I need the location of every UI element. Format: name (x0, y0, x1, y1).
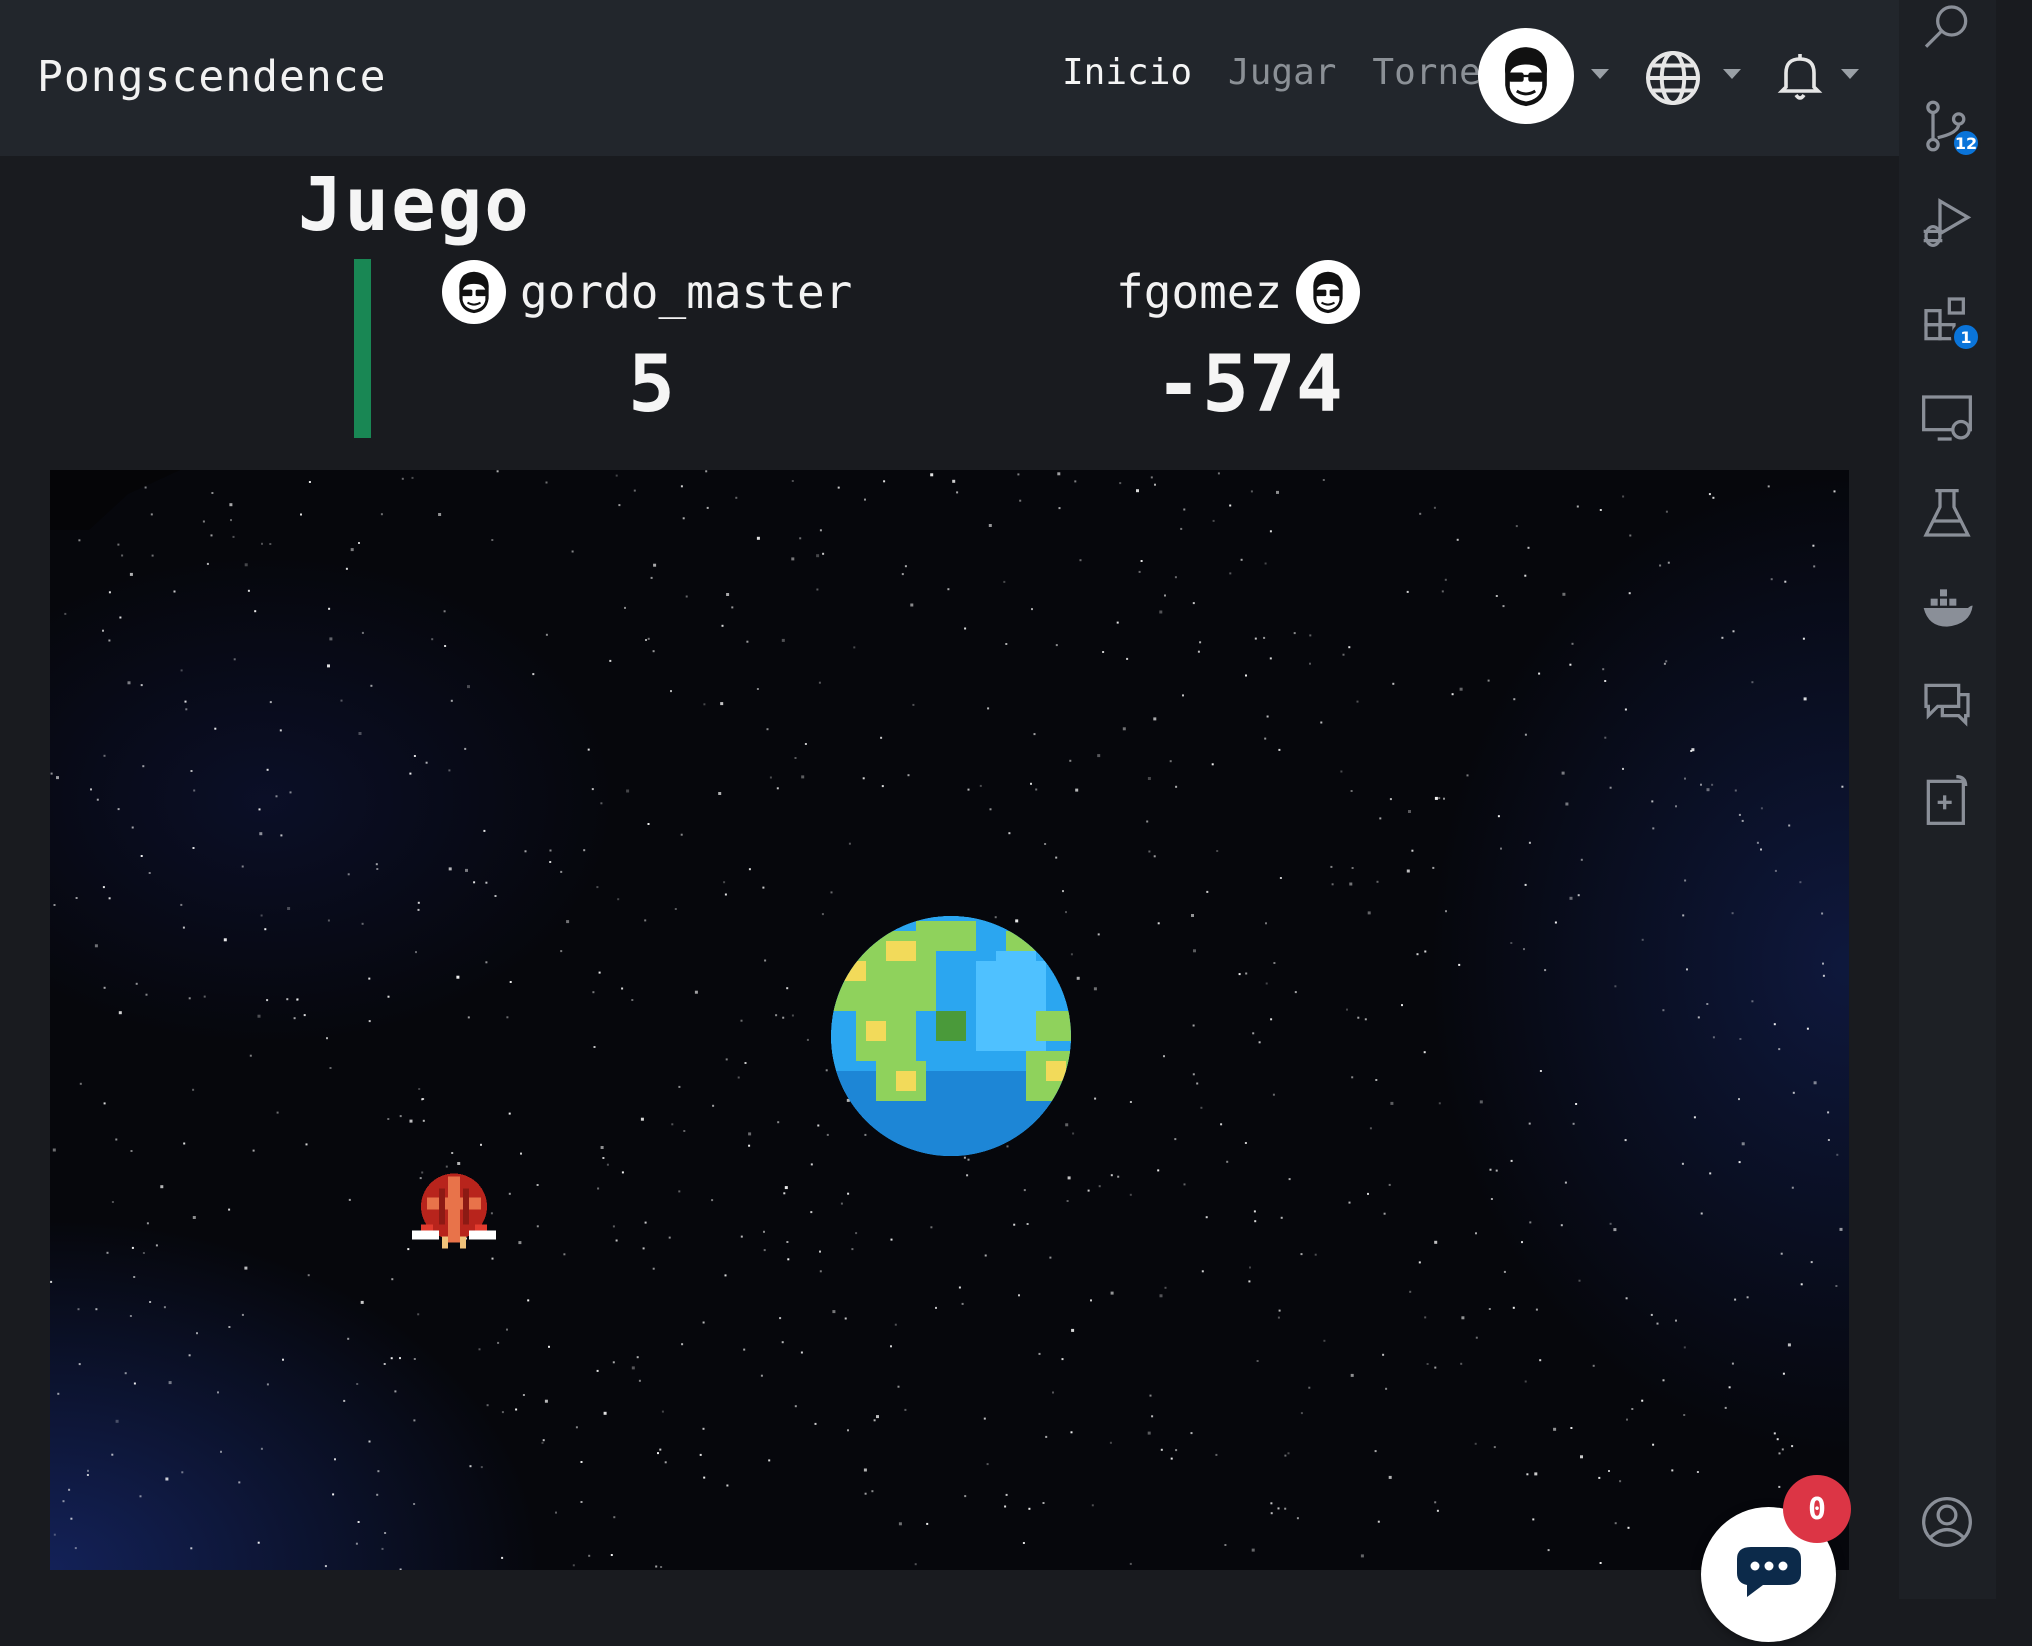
notifications-caret-icon[interactable] (1841, 69, 1859, 79)
clipboard-button[interactable] (1919, 772, 1975, 828)
chat-unread-badge: 0 (1783, 1475, 1851, 1543)
extensions-button[interactable]: 1 (1919, 292, 1981, 352)
source-control-badge: 12 (1951, 128, 1981, 158)
earth-planet (831, 916, 1071, 1156)
remote-explorer-button[interactable] (1919, 390, 1975, 446)
player2-info: fgomez (1116, 260, 1361, 324)
activity-bar: 12 1 (1899, 0, 1996, 1599)
run-debug-button[interactable] (1919, 194, 1975, 250)
nav-links: Inicio Jugar Torneo (1062, 52, 1502, 93)
language-menu-caret-icon[interactable] (1723, 69, 1741, 79)
turn-indicator (354, 259, 371, 438)
editor-gutter (1996, 0, 2032, 1599)
player2-score: -574 (1155, 340, 1343, 430)
nav-link-jugar[interactable]: Jugar (1228, 52, 1336, 93)
player1-info: gordo_master (442, 260, 852, 324)
testing-button[interactable] (1919, 486, 1975, 542)
clipboard-icon (1926, 775, 1968, 825)
account-icon (1922, 1497, 1972, 1547)
page-title: Juego (298, 162, 531, 248)
player1-score: 5 (628, 340, 675, 430)
player1-avatar[interactable] (442, 260, 506, 324)
globe-icon[interactable] (1643, 48, 1703, 108)
docker-button[interactable] (1919, 580, 1975, 636)
player1-name: gordo_master (520, 265, 853, 319)
account-button[interactable] (1919, 1494, 1975, 1550)
docker-icon (1923, 589, 1973, 627)
remote-explorer-icon (1922, 395, 1972, 441)
nav-link-inicio[interactable]: Inicio (1062, 52, 1192, 93)
source-control-button[interactable]: 12 (1919, 98, 1981, 158)
player2-avatar[interactable] (1296, 260, 1361, 324)
game-canvas[interactable] (50, 470, 1849, 1570)
search-icon (1924, 5, 1968, 48)
user-avatar-button[interactable] (1478, 28, 1574, 124)
bell-icon[interactable] (1776, 50, 1824, 104)
player2-avatar-icon (1313, 271, 1343, 314)
chat-panel-button[interactable] (1919, 676, 1975, 732)
testing-icon (1923, 489, 1971, 537)
extensions-badge: 1 (1951, 322, 1981, 352)
player-spaceship (412, 1173, 496, 1249)
user-menu-caret-icon[interactable] (1591, 69, 1609, 79)
player1-avatar-icon (459, 271, 489, 314)
top-navbar: Pongscendence Inicio Jugar Torneo (0, 0, 1899, 156)
avatar-icon (1504, 47, 1548, 107)
run-debug-icon (1923, 198, 1972, 247)
search-button[interactable] (1919, 0, 1975, 56)
chat-icon (1924, 683, 1970, 727)
brand-title[interactable]: Pongscendence (37, 52, 387, 102)
player2-name: fgomez (1116, 265, 1283, 319)
